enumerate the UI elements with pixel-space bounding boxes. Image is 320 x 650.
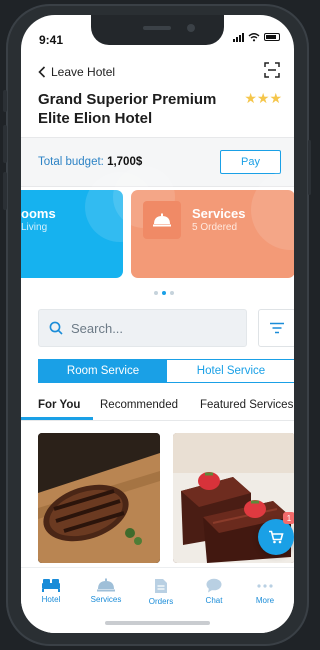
camera (187, 24, 195, 32)
rooms-card[interactable]: ooms Living (21, 172, 155, 278)
orders-icon (155, 579, 167, 593)
services-icon-box (143, 201, 181, 239)
rooms-card-subtitle: Living (21, 222, 48, 233)
nav-item-hotel[interactable]: Hotel (24, 578, 78, 604)
app-screen: 9:41 Leave Hotel Grand Superior Premium … (21, 15, 294, 633)
service-type-toggle: Room Service Hotel Service (38, 359, 294, 383)
services-card-subtitle: 5 Ordered (192, 222, 238, 233)
room-service-tab[interactable]: Room Service (39, 360, 167, 382)
nav-item-orders[interactable]: Orders (134, 578, 188, 606)
cart-button[interactable] (258, 519, 294, 555)
carousel-dot[interactable] (154, 291, 158, 295)
search-input[interactable] (71, 320, 231, 336)
chevron-left-icon (38, 66, 46, 78)
category-tabs: For You Recommended Featured Services (21, 391, 294, 421)
steak-photo (38, 433, 160, 563)
scan-icon[interactable] (264, 62, 280, 78)
nav-label-orders: Orders (148, 597, 174, 606)
steak-item-image[interactable] (38, 433, 160, 563)
carousel-dot[interactable] (170, 291, 174, 295)
volume-down-button (3, 172, 7, 210)
more-icon (257, 584, 273, 588)
nav-label-services: Services (90, 595, 122, 604)
battery-icon (264, 33, 280, 41)
cellular-signal-icon (233, 32, 244, 42)
active-tab-indicator (21, 417, 93, 420)
mute-switch (3, 90, 7, 112)
filter-button[interactable] (258, 309, 294, 347)
back-button[interactable]: Leave Hotel (38, 65, 115, 79)
carousel-dots (154, 291, 174, 295)
status-icons (233, 32, 280, 42)
service-bell-icon (153, 213, 171, 227)
search-icon (49, 321, 63, 335)
star-rating: ★★★ (244, 90, 282, 106)
filter-icon (270, 322, 284, 334)
tab-for-you[interactable]: For You (38, 399, 80, 411)
tab-featured-services[interactable]: Featured Services (200, 399, 293, 411)
nav-item-services[interactable]: Services (79, 578, 133, 604)
chat-icon (206, 578, 222, 593)
budget-label: Total budget: 1,700$ (38, 156, 142, 168)
cart-icon (269, 530, 284, 544)
nav-label-chat: Chat (205, 596, 223, 605)
cart-badge: 1 (283, 512, 294, 524)
search-box[interactable] (38, 309, 247, 347)
speaker (143, 26, 171, 30)
bed-icon (42, 579, 60, 592)
budget-label-text: Total budget: (38, 156, 104, 168)
nav-label-hotel: Hotel (41, 595, 61, 604)
rooms-card-title: ooms (21, 206, 56, 221)
nav-item-more[interactable]: More (238, 578, 292, 605)
volume-up-button (3, 125, 7, 163)
service-bell-icon (97, 578, 115, 592)
hotel-name: Grand Superior Premium Elite Elion Hotel (38, 91, 217, 127)
hotel-service-tab[interactable]: Hotel Service (167, 360, 294, 382)
services-card[interactable]: Services 5 Ordered (113, 166, 294, 278)
services-card-title: Services (192, 206, 246, 221)
power-button (308, 140, 311, 195)
nav-label-more: More (255, 596, 275, 605)
status-time: 9:41 (39, 33, 64, 47)
nav-item-chat[interactable]: Chat (187, 578, 241, 605)
carousel-dot-active[interactable] (162, 291, 166, 295)
home-indicator (105, 621, 210, 625)
pay-button[interactable]: Pay (220, 150, 281, 174)
notch (91, 15, 224, 45)
back-label: Leave Hotel (51, 65, 116, 79)
wifi-icon (248, 33, 260, 42)
tab-recommended[interactable]: Recommended (100, 399, 178, 411)
